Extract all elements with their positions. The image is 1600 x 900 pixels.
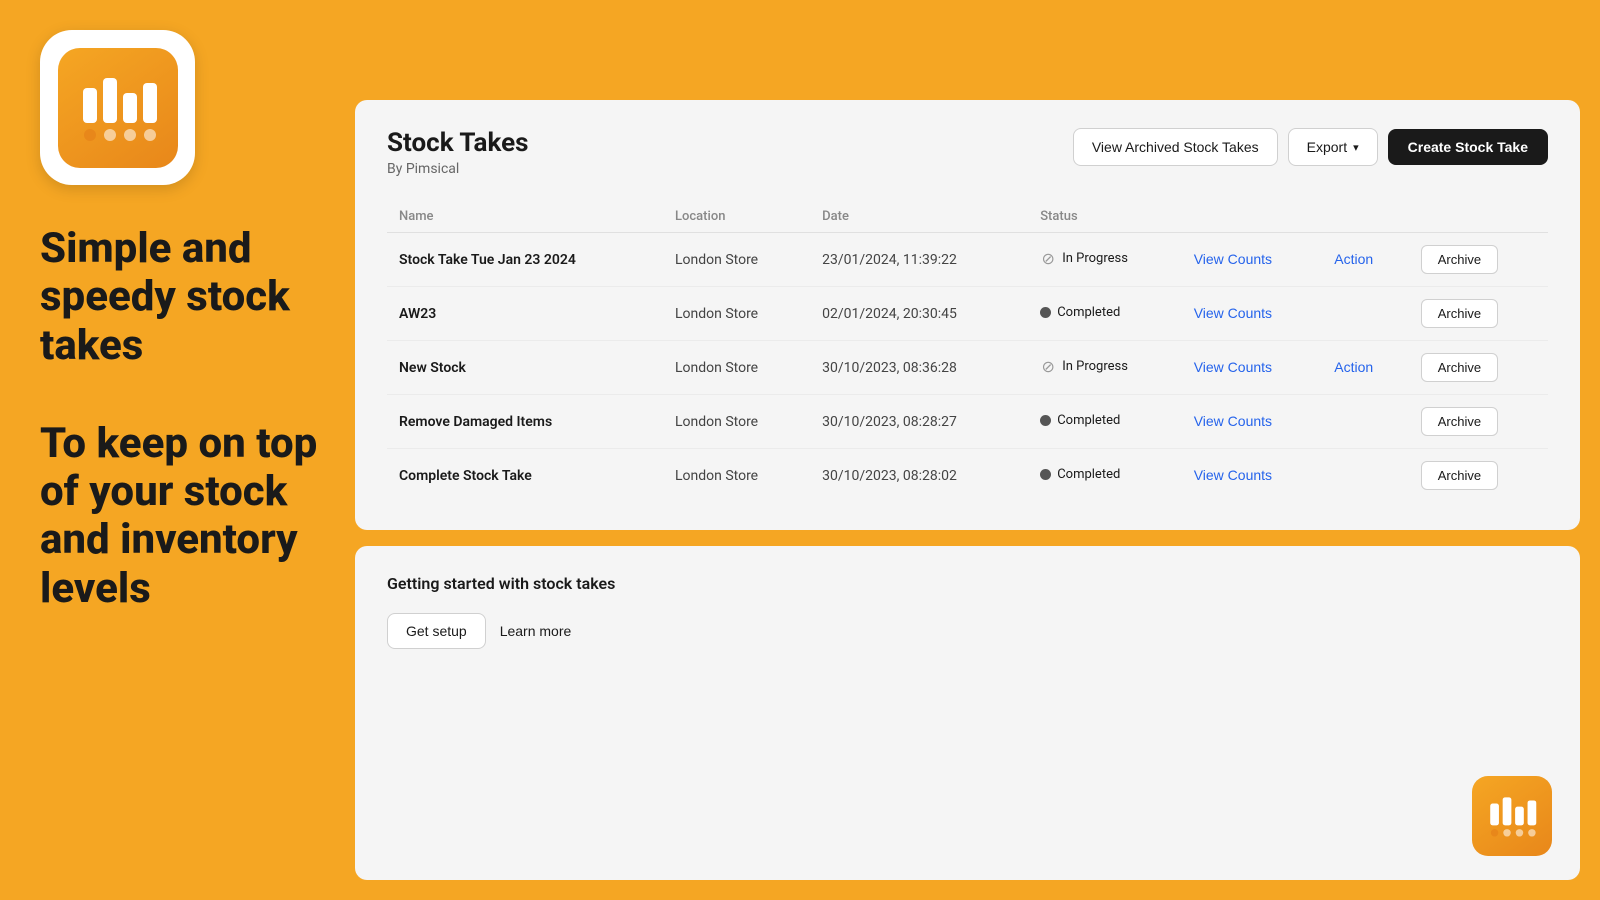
col-header-actions1 xyxy=(1182,201,1323,233)
create-stock-take-button[interactable]: Create Stock Take xyxy=(1388,129,1548,165)
archive-button[interactable]: Archive xyxy=(1421,353,1498,382)
card-header: Stock Takes By Pimsical View Archived St… xyxy=(387,128,1548,177)
cell-view-counts[interactable]: View Counts xyxy=(1182,449,1323,503)
archive-button[interactable]: Archive xyxy=(1421,461,1498,490)
cell-status: Completed xyxy=(1028,395,1182,449)
status-badge: Completed xyxy=(1040,305,1120,320)
cell-status: Completed xyxy=(1028,449,1182,503)
cell-name: Remove Damaged Items xyxy=(387,395,663,449)
cell-status: ⊘ In Progress xyxy=(1028,233,1182,287)
hero-tagline-1: Simple and speedy stock takes xyxy=(40,225,340,370)
cell-action xyxy=(1322,449,1408,503)
cell-action: Action xyxy=(1322,233,1408,287)
status-label: Completed xyxy=(1057,305,1120,320)
cell-location: London Store xyxy=(663,449,810,503)
status-label: In Progress xyxy=(1062,251,1128,266)
learn-more-button[interactable]: Learn more xyxy=(496,614,576,648)
status-inprogress-icon: ⊘ xyxy=(1040,251,1056,267)
cell-name: AW23 xyxy=(387,287,663,341)
archive-button[interactable]: Archive xyxy=(1421,245,1498,274)
cell-archive[interactable]: Archive xyxy=(1409,341,1548,395)
cell-name: New Stock xyxy=(387,341,663,395)
page-title: Stock Takes xyxy=(387,128,529,158)
status-label: Completed xyxy=(1057,413,1120,428)
view-counts-button[interactable]: View Counts xyxy=(1194,413,1272,429)
page-title-block: Stock Takes By Pimsical xyxy=(387,128,529,177)
status-completed-icon xyxy=(1040,469,1051,480)
main-panel: Stock Takes By Pimsical View Archived St… xyxy=(355,100,1580,880)
getting-started-actions: Get setup Learn more xyxy=(387,613,1548,649)
cell-action xyxy=(1322,287,1408,341)
cell-location: London Store xyxy=(663,233,810,287)
cell-archive[interactable]: Archive xyxy=(1409,233,1548,287)
status-label: In Progress xyxy=(1062,359,1128,374)
cell-name: Complete Stock Take xyxy=(387,449,663,503)
cell-date: 30/10/2023, 08:28:02 xyxy=(810,449,1028,503)
export-label: Export xyxy=(1307,139,1347,155)
status-badge: ⊘ In Progress xyxy=(1040,359,1128,375)
view-counts-button[interactable]: View Counts xyxy=(1194,359,1272,375)
status-badge: Completed xyxy=(1040,467,1120,482)
status-label: Completed xyxy=(1057,467,1120,482)
cell-status: ⊘ In Progress xyxy=(1028,341,1182,395)
cell-action xyxy=(1322,395,1408,449)
view-counts-button[interactable]: View Counts xyxy=(1194,251,1272,267)
get-setup-button[interactable]: Get setup xyxy=(387,613,486,649)
cell-name: Stock Take Tue Jan 23 2024 xyxy=(387,233,663,287)
col-header-status: Status xyxy=(1028,201,1182,233)
table-header-row: Name Location Date Status xyxy=(387,201,1548,233)
table-row: New Stock London Store 30/10/2023, 08:36… xyxy=(387,341,1548,395)
status-completed-icon xyxy=(1040,307,1051,318)
left-panel: Simple and speedy stock takes To keep on… xyxy=(40,30,340,613)
col-header-date: Date xyxy=(810,201,1028,233)
cell-action: Action xyxy=(1322,341,1408,395)
table-row: Remove Damaged Items London Store 30/10/… xyxy=(387,395,1548,449)
view-archived-button[interactable]: View Archived Stock Takes xyxy=(1073,128,1278,166)
page-subtitle: By Pimsical xyxy=(387,161,529,177)
status-badge: Completed xyxy=(1040,413,1120,428)
archive-button[interactable]: Archive xyxy=(1421,299,1498,328)
table-row: AW23 London Store 02/01/2024, 20:30:45 C… xyxy=(387,287,1548,341)
cell-view-counts[interactable]: View Counts xyxy=(1182,395,1323,449)
chevron-down-icon: ▾ xyxy=(1353,141,1359,154)
cell-archive[interactable]: Archive xyxy=(1409,395,1548,449)
col-header-actions2 xyxy=(1322,201,1408,233)
getting-started-title: Getting started with stock takes xyxy=(387,574,1548,593)
table-row: Stock Take Tue Jan 23 2024 London Store … xyxy=(387,233,1548,287)
status-badge: ⊘ In Progress xyxy=(1040,251,1128,267)
view-counts-button[interactable]: View Counts xyxy=(1194,305,1272,321)
table-row: Complete Stock Take London Store 30/10/2… xyxy=(387,449,1548,503)
col-header-actions3 xyxy=(1409,201,1548,233)
cell-date: 30/10/2023, 08:28:27 xyxy=(810,395,1028,449)
cell-location: London Store xyxy=(663,395,810,449)
col-header-name: Name xyxy=(387,201,663,233)
cell-view-counts[interactable]: View Counts xyxy=(1182,287,1323,341)
archive-button[interactable]: Archive xyxy=(1421,407,1498,436)
stock-takes-card: Stock Takes By Pimsical View Archived St… xyxy=(355,100,1580,530)
bottom-card-logo xyxy=(1472,776,1552,856)
getting-started-card: Getting started with stock takes Get set… xyxy=(355,546,1580,880)
status-completed-icon xyxy=(1040,415,1051,426)
cell-archive[interactable]: Archive xyxy=(1409,287,1548,341)
app-logo xyxy=(40,30,195,185)
cell-date: 23/01/2024, 11:39:22 xyxy=(810,233,1028,287)
stock-takes-table: Name Location Date Status Stock Take Tue… xyxy=(387,201,1548,502)
action-button[interactable]: Action xyxy=(1334,251,1373,267)
cell-location: London Store xyxy=(663,341,810,395)
cell-view-counts[interactable]: View Counts xyxy=(1182,341,1323,395)
col-header-location: Location xyxy=(663,201,810,233)
hero-tagline-2: To keep on top of your stock and invento… xyxy=(40,420,340,613)
cell-date: 30/10/2023, 08:36:28 xyxy=(810,341,1028,395)
cell-location: London Store xyxy=(663,287,810,341)
header-actions: View Archived Stock Takes Export ▾ Creat… xyxy=(1073,128,1548,166)
export-button[interactable]: Export ▾ xyxy=(1288,128,1378,166)
status-inprogress-icon: ⊘ xyxy=(1040,359,1056,375)
view-counts-button[interactable]: View Counts xyxy=(1194,467,1272,483)
action-button[interactable]: Action xyxy=(1334,359,1373,375)
cell-view-counts[interactable]: View Counts xyxy=(1182,233,1323,287)
cell-date: 02/01/2024, 20:30:45 xyxy=(810,287,1028,341)
cell-archive[interactable]: Archive xyxy=(1409,449,1548,503)
cell-status: Completed xyxy=(1028,287,1182,341)
